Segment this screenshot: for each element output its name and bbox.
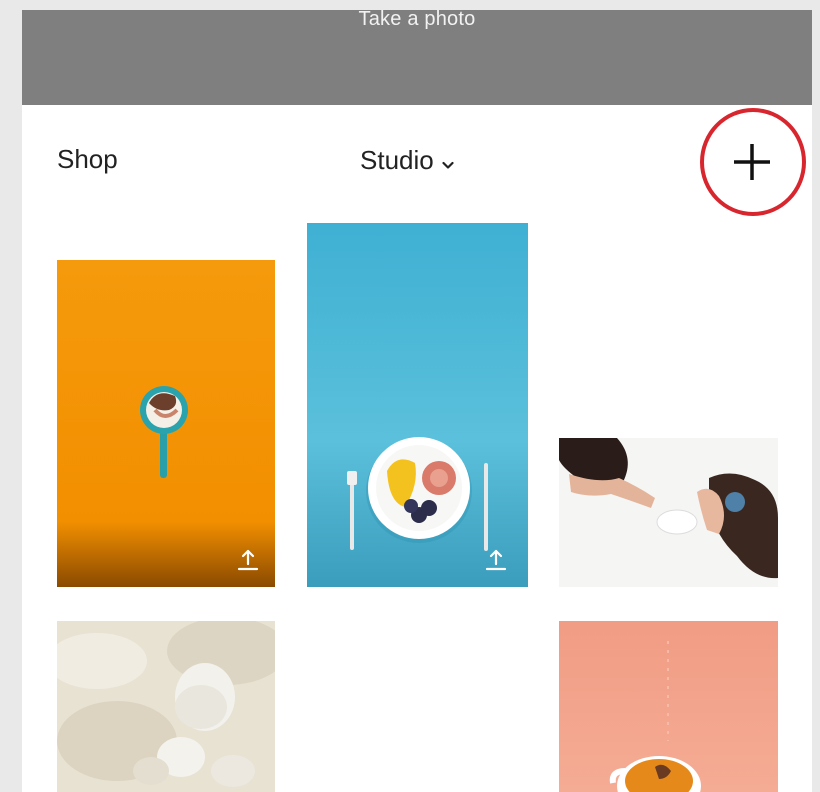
blue-breakfast-image	[307, 223, 528, 587]
orange-mirror-image	[57, 260, 275, 587]
take-photo-label: Take a photo	[358, 10, 476, 30]
grid-tile-stones[interactable]	[57, 621, 275, 792]
add-button[interactable]	[700, 108, 806, 216]
grid-tile-kids-drawing[interactable]	[559, 438, 778, 587]
studio-dropdown[interactable]: Studio	[360, 144, 454, 177]
studio-label: Studio	[360, 145, 434, 175]
grid-tile-blue-breakfast[interactable]	[307, 223, 528, 587]
share-icon[interactable]	[235, 547, 261, 573]
kids-drawing-image	[559, 438, 778, 587]
take-photo-banner[interactable]: Take a photo	[22, 10, 812, 105]
app-screen: Take a photo Shop Studio	[22, 10, 812, 792]
stones-image	[57, 621, 275, 792]
shop-tab[interactable]: Shop	[57, 144, 118, 175]
share-icon[interactable]	[483, 547, 509, 573]
plus-icon	[732, 142, 772, 187]
chevron-down-icon	[442, 146, 454, 177]
grid-tile-orange-mirror[interactable]	[57, 260, 275, 587]
coral-teacup-image	[559, 621, 778, 792]
grid-tile-coral-teacup[interactable]	[559, 621, 778, 792]
